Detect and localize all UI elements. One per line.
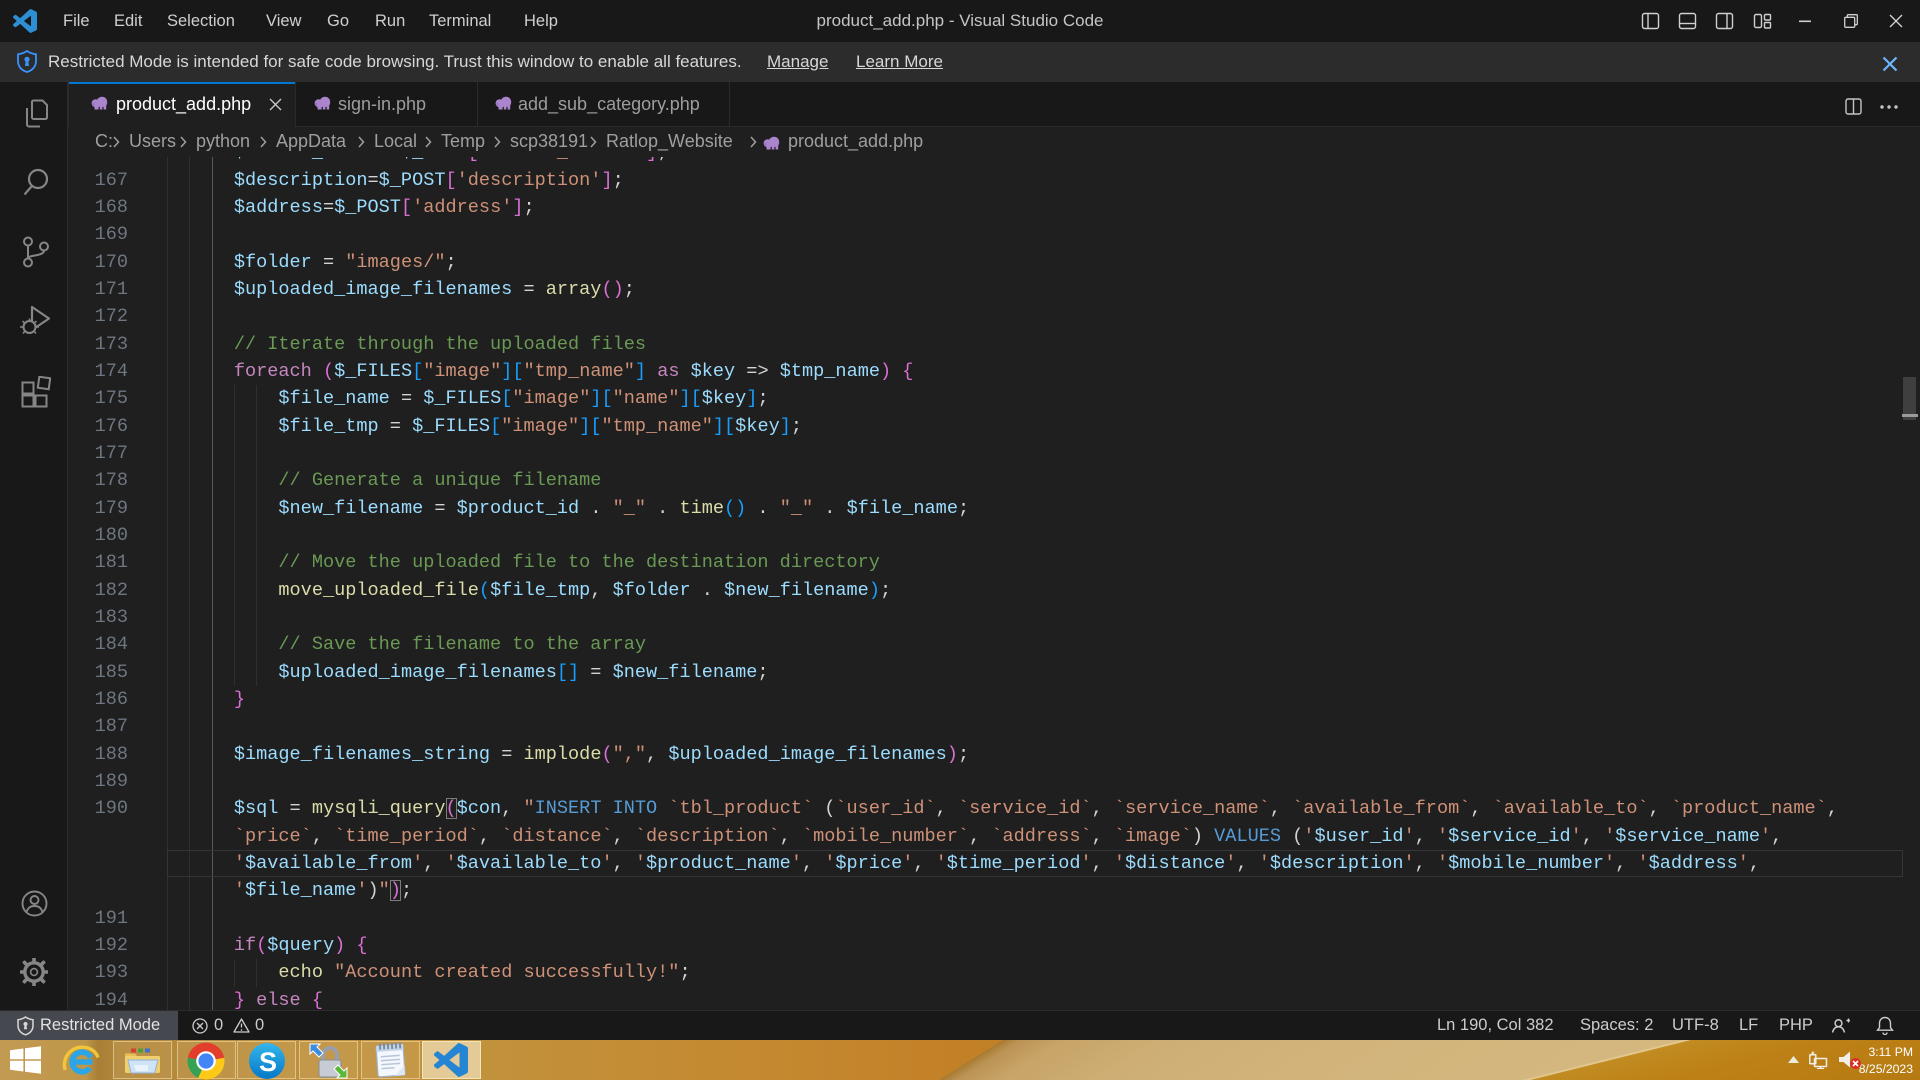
svg-text:S: S <box>259 1047 277 1077</box>
